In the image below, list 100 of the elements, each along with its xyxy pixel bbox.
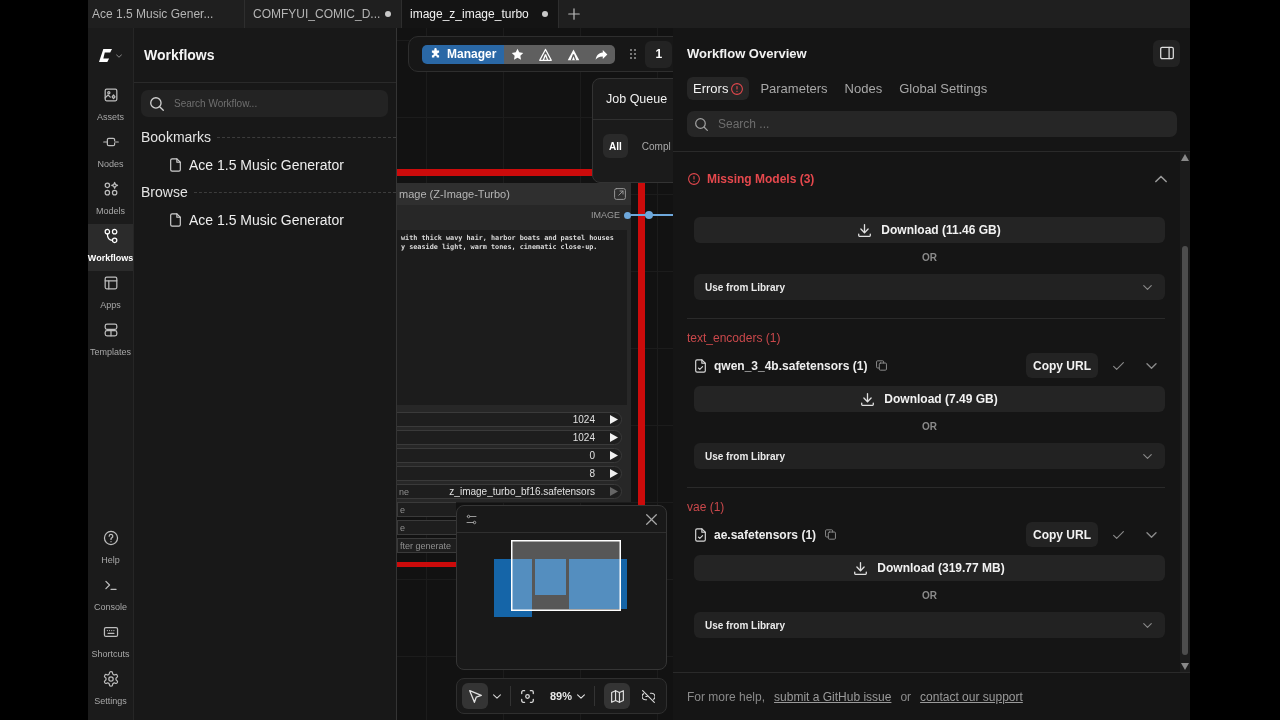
- grip-icon[interactable]: [630, 49, 637, 59]
- zoom-dropdown[interactable]: 89%: [550, 690, 586, 702]
- output-label: IMAGE: [591, 210, 620, 220]
- template-icon: [102, 322, 119, 338]
- settings-icon: [102, 671, 119, 687]
- overview-tab[interactable]: Errors: [687, 77, 750, 100]
- section-title: Browse: [141, 184, 188, 200]
- workflow-item[interactable]: Ace 1.5 Music Generator: [134, 151, 396, 179]
- sidebar-tab[interactable]: Settings: [88, 667, 133, 714]
- star-icon[interactable]: [511, 47, 525, 61]
- node-title: mage (Z-Image-Turbo): [399, 188, 510, 200]
- output-slot-icon[interactable]: [624, 211, 631, 219]
- file-name: qwen_3_4b.safetensors (1): [714, 358, 868, 373]
- check-icon[interactable]: [1113, 530, 1124, 539]
- file-check-icon: [695, 358, 706, 373]
- caret-icon[interactable]: [493, 693, 501, 699]
- collapse-icon[interactable]: [1155, 173, 1167, 185]
- help-text: For more help, submit a GitHub issue or contact our support: [687, 689, 1024, 704]
- category-label: vae (1): [687, 499, 726, 515]
- overview-tab[interactable]: Global Settings: [893, 77, 994, 100]
- sidebar-tab[interactable]: Shortcuts: [88, 620, 133, 667]
- help-link[interactable]: contact our support: [920, 689, 1023, 704]
- manager-button[interactable]: Manager: [422, 44, 505, 64]
- plus-icon[interactable]: [568, 8, 580, 20]
- fit-view-icon[interactable]: [521, 689, 534, 703]
- expand-icon[interactable]: [614, 188, 626, 200]
- chevron-down-icon[interactable]: [1146, 531, 1157, 538]
- category-label: text_encoders (1): [687, 330, 782, 346]
- tent-icon[interactable]: [567, 47, 581, 61]
- copy-icon[interactable]: [825, 529, 837, 540]
- widget-field[interactable]: 0: [397, 448, 622, 463]
- popup-title: Job Queue: [606, 92, 668, 106]
- overview-tab[interactable]: Nodes: [838, 77, 889, 100]
- copy-url-button[interactable]: Copy URL: [1026, 353, 1098, 378]
- library-dropdown[interactable]: Use from Library: [694, 612, 1165, 638]
- section-title: Missing Models (3): [707, 172, 815, 186]
- widget-field[interactable]: 1024: [397, 430, 622, 445]
- download-button[interactable]: Download (11.46 GB): [694, 217, 1165, 243]
- sidebar-tab[interactable]: Assets: [88, 83, 133, 130]
- sidebar-tab[interactable]: Workflows: [88, 224, 133, 271]
- help-link[interactable]: submit a GitHub issue: [774, 689, 892, 704]
- section-title: Bookmarks: [141, 129, 212, 145]
- help-icon: [102, 530, 119, 546]
- overview-tab[interactable]: Parameters: [754, 77, 834, 100]
- pointer-tool-button[interactable]: [462, 683, 488, 709]
- search-field[interactable]: Search ...: [687, 111, 1177, 137]
- tent-icon[interactable]: [539, 47, 553, 61]
- widget-field[interactable]: e: [397, 502, 456, 517]
- copy-url-button[interactable]: Copy URL: [1026, 522, 1098, 547]
- workflow-item[interactable]: Ace 1.5 Music Generator: [134, 206, 396, 234]
- check-icon[interactable]: [1113, 361, 1124, 370]
- file-icon: [170, 213, 181, 227]
- scrollbar[interactable]: [1180, 152, 1190, 672]
- library-dropdown[interactable]: Use from Library: [694, 443, 1165, 469]
- graph-icon: [102, 228, 119, 244]
- logo-icon[interactable]: [99, 49, 112, 62]
- download-icon: [854, 561, 868, 575]
- download-button[interactable]: Download (7.49 GB): [694, 386, 1165, 412]
- puzzle-icon: [430, 48, 441, 60]
- filter-tab[interactable]: All: [603, 134, 628, 158]
- file-name: ae.safetensors (1): [714, 527, 817, 542]
- minimap-drawing[interactable]: [494, 540, 628, 618]
- search-field[interactable]: Search Workflow...: [141, 90, 388, 117]
- sliders-icon[interactable]: [466, 513, 477, 525]
- sidebar-tab[interactable]: Help: [88, 526, 133, 573]
- widget-field[interactable]: 1024: [397, 412, 622, 427]
- layout-icon: [102, 275, 119, 291]
- copy-icon[interactable]: [876, 360, 888, 371]
- queue-count[interactable]: 1: [645, 40, 673, 68]
- link-off-icon[interactable]: [642, 689, 656, 703]
- panel-toggle-button[interactable]: [1153, 39, 1180, 67]
- file-check-icon: [695, 527, 706, 542]
- map-icon: [610, 689, 624, 703]
- download-icon: [858, 223, 872, 237]
- panel-title: Workflow Overview: [687, 45, 807, 61]
- sidebar-tab[interactable]: Nodes: [88, 130, 133, 177]
- widget-field[interactable]: fter generate: [397, 538, 456, 553]
- library-dropdown[interactable]: Use from Library: [694, 274, 1165, 300]
- close-icon[interactable]: [646, 513, 657, 525]
- sidebar-tab[interactable]: Models: [88, 177, 133, 224]
- minimap-toggle-button[interactable]: [604, 683, 631, 709]
- workflow-tab[interactable]: image_z_image_turbo: [402, 0, 559, 28]
- search-input[interactable]: Search Workflow...: [174, 98, 388, 109]
- search-input[interactable]: Search ...: [718, 117, 1177, 131]
- widget-field[interactable]: ne z_image_turbo_bf16.safetensors: [397, 484, 622, 499]
- search-icon: [695, 117, 708, 131]
- sidebar-tab[interactable]: Apps: [88, 271, 133, 318]
- side-panel-icon: [1159, 46, 1174, 60]
- sidebar-tab[interactable]: Templates: [88, 318, 133, 365]
- sidebar-tab[interactable]: Console: [88, 573, 133, 620]
- widget-field[interactable]: 8: [397, 466, 622, 481]
- or-label: OR: [921, 251, 938, 265]
- panel-title: Workflows: [144, 47, 215, 63]
- filter-tab[interactable]: Compl: [635, 134, 673, 158]
- chevron-down-icon[interactable]: [1146, 362, 1157, 369]
- chevron-down-icon: [1143, 622, 1152, 628]
- widget-field[interactable]: e: [397, 520, 456, 535]
- connection-wire: [397, 562, 456, 567]
- download-button[interactable]: Download (319.77 MB): [694, 555, 1165, 581]
- file-icon: [170, 158, 181, 172]
